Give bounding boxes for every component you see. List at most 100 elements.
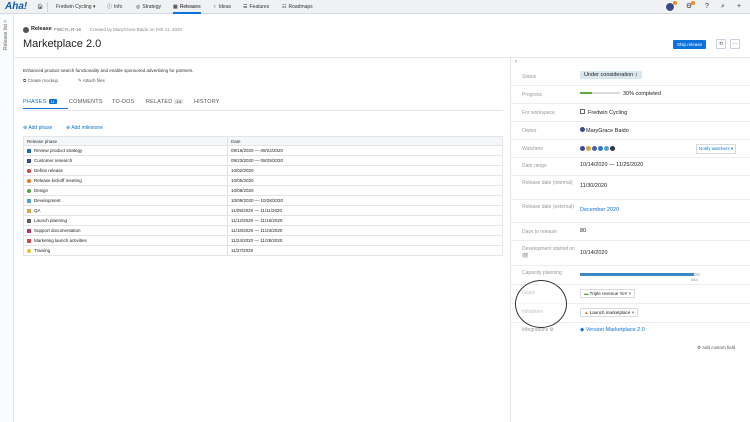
table-row[interactable]: Launch planning 11/12/2020 — 11/16/2020 bbox=[23, 216, 503, 226]
external-date-value[interactable]: December 2020 bbox=[580, 207, 619, 213]
phase-date[interactable]: 10/05/2020 bbox=[231, 176, 254, 185]
add-custom-field-button[interactable]: ⚙ Add custom field bbox=[697, 345, 735, 351]
initiative-chip[interactable]: ▲ Launch marketplace × bbox=[580, 308, 639, 317]
progress-value[interactable]: 30% completed bbox=[580, 91, 661, 97]
date-range-value[interactable]: 10/14/2020 — 11/25/2020 bbox=[580, 162, 643, 168]
close-icon[interactable]: × bbox=[629, 291, 632, 296]
related-count-badge: 14 bbox=[174, 99, 184, 104]
add-milestone-button[interactable]: ⊕ Add milestone bbox=[66, 125, 103, 131]
workspace-value[interactable]: Fredwin Cycling bbox=[580, 109, 627, 116]
tab-related[interactable]: RELATED 14 bbox=[146, 99, 184, 105]
features-icon: ☰ bbox=[243, 4, 248, 10]
description[interactable]: Enhanced product search functionality an… bbox=[23, 68, 194, 73]
phase-date[interactable]: 11/09/2020 — 11/11/2020 bbox=[231, 206, 282, 215]
initiative-chip-body: ▲ Launch marketplace × bbox=[580, 308, 639, 317]
phase-date[interactable]: 10/09/2020 — 10/28/2020 bbox=[231, 196, 283, 205]
nav-releases[interactable]: ▦ Releases bbox=[173, 2, 201, 14]
phase-name-cell[interactable]: Define release bbox=[27, 166, 63, 175]
chevron-right-icon[interactable]: › bbox=[515, 59, 517, 65]
phase-name-cell[interactable]: Development bbox=[27, 196, 61, 205]
phase-name-cell[interactable]: Customer research bbox=[27, 156, 72, 165]
phase-name: Customer research bbox=[34, 158, 73, 163]
help-icon[interactable]: ? bbox=[702, 2, 712, 12]
nav-features-label: Features bbox=[249, 4, 270, 10]
watchers-label: Watchers bbox=[522, 146, 543, 152]
phase-name-cell[interactable]: Release kickoff meeting bbox=[27, 176, 82, 185]
close-icon[interactable]: × bbox=[632, 310, 635, 315]
nav-roadmaps[interactable]: ☷ Roadmaps bbox=[282, 2, 313, 12]
watchers-avatars[interactable] bbox=[580, 146, 616, 153]
phase-name-cell[interactable]: Support documentation bbox=[27, 226, 81, 235]
release-list-toggle[interactable]: Release list > bbox=[0, 14, 14, 422]
phase-name: Define release bbox=[34, 168, 64, 173]
table-row[interactable]: Customer research 09/23/2020 — 09/29/2020 bbox=[23, 156, 503, 166]
nav-ideas[interactable]: ♀ Ideas bbox=[213, 2, 231, 12]
divider bbox=[227, 246, 228, 255]
phase-color-icon bbox=[27, 248, 31, 253]
phase-date[interactable]: 09/16/2020 — 09/22/2020 bbox=[231, 146, 283, 155]
status-dropdown[interactable]: Under consideration ↕ bbox=[580, 71, 642, 79]
active-tab-indicator bbox=[23, 108, 68, 109]
phase-date[interactable]: 11/24/2020 — 11/28/2020 bbox=[231, 236, 282, 245]
history-icon[interactable]: ⟲ bbox=[716, 39, 726, 49]
record-type: Release bbox=[31, 26, 52, 32]
dev-started-label: Development started on 🗓 bbox=[522, 246, 576, 259]
owner-value[interactable]: MaryGrace Baido bbox=[580, 127, 629, 134]
goal-chip-body: ▬ Triple revenue YoY × bbox=[580, 289, 636, 298]
phase-name-cell[interactable]: Review product strategy bbox=[27, 146, 82, 155]
table-body: Review product strategy 09/16/2020 — 09/2… bbox=[23, 146, 503, 256]
table-row[interactable]: Support documentation 11/18/2020 — 11/23/… bbox=[23, 226, 503, 236]
tab-todos[interactable]: TO-DOS bbox=[112, 99, 135, 105]
ship-release-button[interactable]: Ship release bbox=[673, 40, 707, 49]
table-row[interactable]: Release kickoff meeting 10/05/2020 bbox=[23, 176, 503, 186]
goal-chip[interactable]: ▬ Triple revenue YoY × bbox=[580, 289, 636, 298]
progress-label: Progress bbox=[522, 92, 543, 98]
attach-files-button[interactable]: ✎ Attach files bbox=[78, 78, 105, 84]
record-id[interactable]: FWCYL-R-16 bbox=[54, 27, 81, 32]
table-row[interactable]: Training 11/27/2020 bbox=[23, 246, 503, 256]
capacity-bar[interactable] bbox=[580, 273, 700, 276]
home-icon[interactable]: 🏠︎ bbox=[37, 2, 43, 12]
owner-label: Owner bbox=[522, 128, 537, 134]
internal-date-value[interactable]: 11/30/2020 bbox=[580, 183, 607, 189]
phase-name-cell[interactable]: Launch planning bbox=[27, 216, 67, 225]
phase-color-icon bbox=[27, 218, 31, 223]
nav-info[interactable]: ⓘ Info bbox=[107, 2, 122, 12]
tab-history[interactable]: HISTORY bbox=[194, 99, 220, 105]
table-row[interactable]: Define release 10/02/2020 bbox=[23, 166, 503, 176]
workspace-selector[interactable]: Fredwin Cycling ▾ bbox=[56, 2, 95, 12]
phase-name-cell[interactable]: Training bbox=[27, 246, 50, 255]
search-icon[interactable]: ⌕ bbox=[718, 2, 728, 12]
table-row[interactable]: Design 10/08/2020 bbox=[23, 186, 503, 196]
divider bbox=[227, 156, 228, 165]
table-row[interactable]: Development 10/09/2020 — 10/28/2020 bbox=[23, 196, 503, 206]
integration-name: Version Marketplace 2.0 bbox=[585, 327, 645, 333]
phase-name-cell[interactable]: Marketing launch activities bbox=[27, 236, 87, 245]
table-row[interactable]: Review product strategy 09/16/2020 — 09/2… bbox=[23, 146, 503, 156]
table-row[interactable]: QA 11/09/2020 — 11/11/2020 bbox=[23, 206, 503, 216]
notify-watchers-button[interactable]: Notify watchers ▾ bbox=[696, 144, 737, 154]
more-icon[interactable]: ··· bbox=[730, 39, 740, 49]
nav-strategy[interactable]: ◎ Strategy bbox=[136, 2, 161, 12]
phase-date[interactable]: 11/18/2020 — 11/23/2020 bbox=[231, 226, 282, 235]
phase-date[interactable]: 09/23/2020 — 09/29/2020 bbox=[231, 156, 283, 165]
phase-name-cell[interactable]: QA bbox=[27, 206, 41, 215]
tab-phases[interactable]: PHASES 11 bbox=[23, 99, 58, 105]
phase-date[interactable]: 10/08/2020 bbox=[231, 186, 254, 195]
phase-name: Development bbox=[34, 198, 61, 203]
tab-comments[interactable]: COMMENTS bbox=[69, 99, 103, 105]
phase-name: Launch planning bbox=[34, 218, 68, 223]
add-icon[interactable]: + bbox=[734, 2, 744, 12]
page-title[interactable]: Marketplace 2.0 bbox=[23, 38, 101, 50]
dev-started-value[interactable]: 10/14/2020 bbox=[580, 250, 608, 256]
phase-date[interactable]: 11/12/2020 — 11/16/2020 bbox=[231, 216, 282, 225]
add-phase-button[interactable]: ⊕ Add phase bbox=[23, 125, 52, 131]
integration-link[interactable]: ◆ Version Marketplace 2.0 bbox=[580, 327, 645, 333]
phase-name-cell[interactable]: Design bbox=[27, 186, 48, 195]
phase-date[interactable]: 11/27/2020 bbox=[231, 246, 253, 255]
nav-strategy-label: Strategy bbox=[142, 4, 161, 10]
phase-date[interactable]: 10/02/2020 bbox=[231, 166, 254, 175]
create-mockup-button[interactable]: ⧉ Create mockup bbox=[23, 78, 58, 83]
table-row[interactable]: Marketing launch activities 11/24/2020 — … bbox=[23, 236, 503, 246]
nav-features[interactable]: ☰ Features bbox=[243, 2, 269, 12]
